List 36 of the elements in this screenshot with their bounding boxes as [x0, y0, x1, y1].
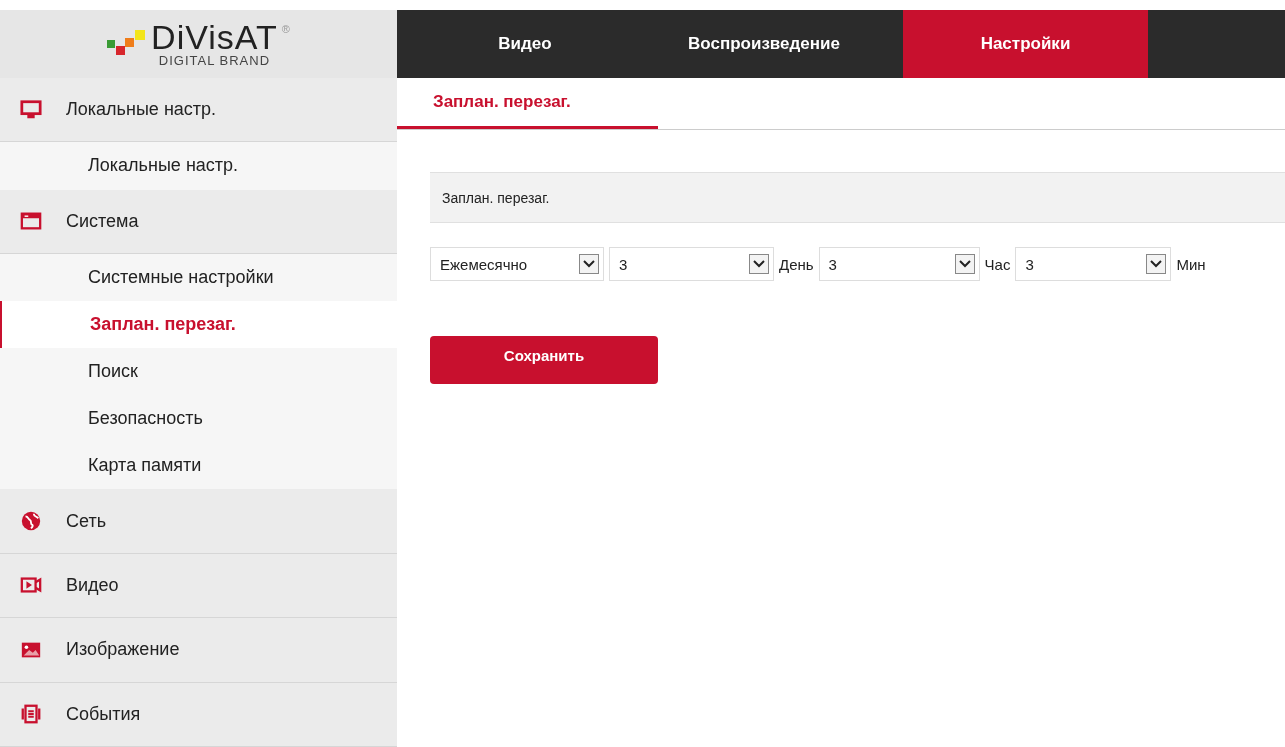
logo-tagline: DIGITAL BRAND: [158, 52, 271, 68]
content-tab[interactable]: Заплан. перезаг.: [397, 78, 658, 129]
registered-mark: ®: [281, 22, 290, 35]
group-label: Сеть: [66, 510, 107, 532]
list-icon: [20, 703, 42, 726]
nav-tab[interactable]: Видео: [425, 10, 625, 78]
sidebar-item[interactable]: Системные настройки: [0, 253, 397, 301]
group-label: Локальные настр.: [66, 99, 217, 121]
monitor-icon: [20, 98, 42, 121]
sidebar-item[interactable]: Карта памяти: [0, 442, 397, 490]
group-label: Видео: [66, 574, 119, 596]
group-label: Изображение: [66, 639, 180, 661]
group-label: События: [66, 703, 141, 725]
sidebar-item[interactable]: Поиск: [0, 348, 397, 396]
chevron-down-icon: [753, 260, 765, 268]
brand-logo: DiVisAT: [151, 20, 278, 53]
sidebar-item[interactable]: Безопасность: [0, 395, 397, 443]
chevron-down-icon: [958, 260, 971, 268]
section-header: Заплан. перезаг.: [430, 172, 1285, 223]
save-button[interactable]: Сохранить: [430, 336, 658, 384]
sidebar-item[interactable]: Локальные настр.: [0, 142, 397, 190]
sidebar-item[interactable]: Заплан. перезаг.: [0, 301, 397, 349]
nav-tab[interactable]: Настройки: [903, 10, 1148, 78]
field-label: Мин: [1176, 255, 1206, 273]
dropdown[interactable]: Ежемесячно: [430, 247, 604, 281]
group-label: Система: [66, 210, 139, 232]
dropdown[interactable]: 3: [609, 247, 774, 281]
chevron-down-icon: [583, 260, 595, 268]
dropdown[interactable]: 3: [818, 247, 980, 281]
globe-icon: [20, 510, 42, 532]
nav-tab[interactable]: Воспроизведение: [625, 10, 903, 78]
chevron-down-icon: [1150, 260, 1163, 268]
logo-squares-icon: [107, 28, 148, 57]
dropdown[interactable]: 3: [1015, 247, 1172, 281]
field-label: День: [779, 255, 814, 273]
field-label: Час: [984, 255, 1011, 273]
